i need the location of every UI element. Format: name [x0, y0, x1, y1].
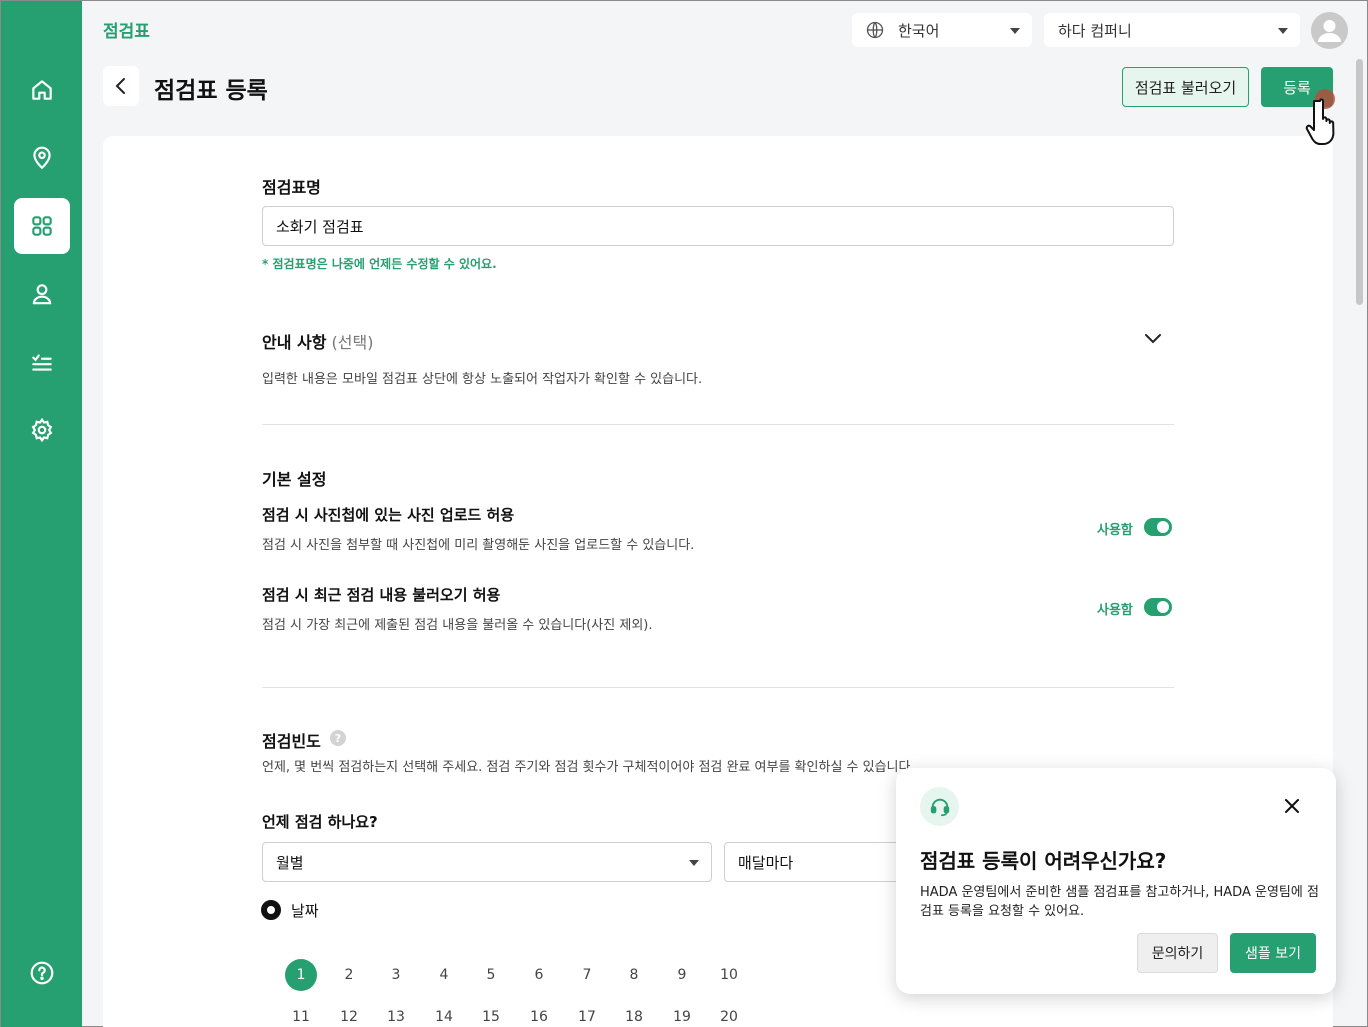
user-avatar-icon [1318, 20, 1341, 42]
language-value: 한국어 [898, 22, 940, 40]
checklist-icon [32, 354, 52, 371]
language-select[interactable]: 한국어 [852, 13, 1032, 47]
date-radio-label: 날짜 [291, 902, 319, 920]
company-value: 하다 컴퍼니 [1058, 22, 1132, 40]
location-pin-icon [33, 146, 51, 170]
popup-title: 점검표 등록이 어려우신가요? [920, 849, 1167, 873]
headset-icon [930, 798, 949, 816]
notice-description: 입력한 내용은 모바일 점검표 상단에 항상 노출되어 작업자가 확인할 수 있… [262, 372, 703, 387]
popup-close-button[interactable] [1281, 795, 1303, 817]
frequency-help-icon[interactable]: ? [330, 730, 346, 746]
company-select[interactable]: 하다 컴퍼니 [1044, 13, 1300, 47]
period-select[interactable]: 월별 [262, 842, 712, 882]
sidebar-item-location[interactable] [14, 130, 70, 186]
ask-button[interactable]: 문의하기 [1137, 933, 1218, 973]
frequency-description: 언제, 몇 번씩 점검하는지 선택해 주세요. 점검 주기와 점검 횟수가 구체… [262, 760, 915, 775]
notice-header[interactable]: 안내 사항 (선택) [262, 329, 373, 353]
day-option[interactable]: 13 [380, 1001, 412, 1027]
divider [262, 424, 1174, 425]
load-checklist-button[interactable]: 점검표 불러오기 [1122, 67, 1249, 107]
divider [262, 687, 1174, 688]
scrollbar[interactable] [1356, 59, 1363, 305]
help-popup: 점검표 등록이 어려우신가요? HADA 운영팀에서 준비한 샘플 점검표를 참… [896, 768, 1336, 994]
hand-cursor-icon [1305, 89, 1335, 145]
name-label: 점검표명 [262, 178, 321, 197]
period-select-value: 월별 [276, 853, 304, 872]
chevron-down-icon [689, 860, 699, 866]
when-label: 언제 점검 하나요? [262, 813, 378, 831]
back-button[interactable] [103, 66, 139, 106]
view-sample-button[interactable]: 샘플 보기 [1230, 933, 1316, 973]
day-option[interactable]: 19 [666, 1001, 698, 1027]
checklist-name-input[interactable]: 소화기 점검표 [262, 206, 1174, 246]
day-option[interactable]: 15 [475, 1001, 507, 1027]
sidebar-item-settings[interactable] [14, 402, 70, 458]
setting-recent-load-desc: 점검 시 가장 최근에 제출된 점검 내용을 불러올 수 있습니다(사진 제외)… [262, 618, 653, 633]
period-detail-select[interactable]: 매달마다 [724, 842, 914, 882]
sidebar-item-users[interactable] [14, 266, 70, 322]
day-option-selected[interactable]: 1 [285, 959, 317, 991]
setting-recent-load-title: 점검 시 최근 점검 내용 불러오기 허용 [262, 586, 501, 604]
day-option[interactable]: 9 [666, 959, 698, 991]
day-option[interactable]: 10 [713, 959, 745, 991]
day-option[interactable]: 4 [428, 959, 460, 991]
day-option[interactable]: 3 [380, 959, 412, 991]
sidebar-item-checklist-dashboard[interactable] [14, 198, 70, 254]
setting-photo-upload-title: 점검 시 사진첩에 있는 사진 업로드 허용 [262, 506, 515, 524]
photo-upload-toggle-label: 사용함 [1097, 523, 1133, 538]
setting-photo-upload-desc: 점검 시 사진을 첨부할 때 사진첩에 미리 촬영해둔 사진을 업로드할 수 있… [262, 538, 695, 553]
day-option[interactable]: 16 [523, 1001, 555, 1027]
chevron-down-icon[interactable] [1144, 333, 1162, 345]
globe-icon [866, 21, 884, 39]
day-option[interactable]: 2 [333, 959, 365, 991]
sidebar-item-help[interactable] [14, 945, 70, 1001]
recent-load-toggle-label: 사용함 [1097, 603, 1133, 618]
user-icon [32, 284, 52, 305]
help-circle-icon [30, 961, 54, 985]
day-option[interactable]: 7 [571, 959, 603, 991]
gear-icon [31, 417, 53, 443]
notice-optional: (선택) [331, 333, 374, 352]
day-option[interactable]: 6 [523, 959, 555, 991]
brand-title[interactable]: 점검표 [103, 17, 150, 42]
photo-upload-toggle[interactable] [1144, 518, 1172, 536]
chevron-down-icon [1010, 28, 1020, 34]
sidebar [1, 1, 82, 1027]
sidebar-item-checklist[interactable] [14, 334, 70, 390]
name-note: * 점검표명은 나중에 언제든 수정할 수 있어요. [262, 257, 497, 271]
recent-load-toggle[interactable] [1144, 598, 1172, 616]
basic-settings-title: 기본 설정 [262, 470, 327, 489]
chevron-left-icon [115, 78, 125, 94]
sidebar-item-home[interactable] [14, 62, 70, 118]
home-icon [32, 80, 52, 100]
popup-icon-wrap [920, 787, 959, 826]
close-icon [1285, 799, 1299, 813]
day-option[interactable]: 20 [713, 1001, 745, 1027]
period-detail-value: 매달마다 [738, 853, 794, 872]
day-option[interactable]: 17 [571, 1001, 603, 1027]
day-option[interactable]: 11 [285, 1001, 317, 1027]
chevron-down-icon [1278, 28, 1288, 34]
avatar[interactable] [1311, 12, 1348, 49]
day-option[interactable]: 18 [618, 1001, 650, 1027]
day-option[interactable]: 8 [618, 959, 650, 991]
day-option[interactable]: 14 [428, 1001, 460, 1027]
date-radio[interactable] [261, 900, 281, 920]
day-option[interactable]: 5 [475, 959, 507, 991]
notice-label: 안내 사항 [262, 333, 327, 352]
grid-icon [32, 216, 52, 236]
frequency-title: 점검빈도 [262, 732, 321, 751]
day-option[interactable]: 12 [333, 1001, 365, 1027]
page-title: 점검표 등록 [154, 78, 268, 104]
popup-text: HADA 운영팀에서 준비한 샘플 점검표를 참고하거나, HADA 운영팀에 … [920, 885, 1319, 919]
